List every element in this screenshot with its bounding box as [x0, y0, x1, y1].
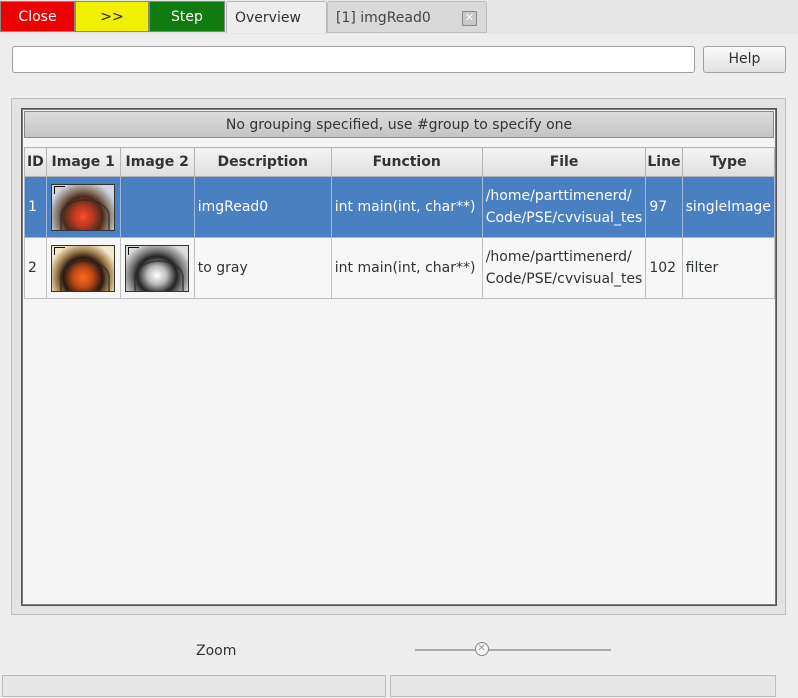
cell-file: /home/parttimenerd/ Code/PSE/cvvisual_te… [481, 237, 647, 299]
cell-description: to gray [193, 237, 332, 299]
cell-function: int main(int, char**) [330, 237, 483, 299]
cell-line: 102 [645, 237, 683, 299]
column-header-line[interactable]: Line [645, 147, 683, 177]
cell-id: 1 [24, 176, 47, 238]
calls-grid: ID Image 1 Image 2 Description Function … [24, 147, 776, 299]
zoom-slider-handle[interactable]: ✕ [474, 642, 489, 656]
cell-type: filter [681, 237, 776, 299]
cell-image2 [119, 176, 195, 238]
column-header-description[interactable]: Description [193, 147, 332, 177]
file-path-line: Code/PSE/cvvisual_tes [485, 271, 643, 287]
cell-description: imgRead0 [193, 176, 332, 238]
status-bar-right [390, 675, 776, 697]
step-button[interactable]: Step [149, 1, 225, 32]
zoom-slider[interactable] [415, 649, 611, 651]
status-bar-left [2, 675, 386, 697]
column-header-type[interactable]: Type [681, 147, 776, 177]
file-path-line: /home/parttimenerd/ [485, 188, 632, 204]
zoom-label: Zoom [196, 643, 237, 659]
column-header-id[interactable]: ID [24, 147, 47, 177]
call-table: No grouping specified, use #group to spe… [21, 108, 777, 606]
tab-label: [1] imgRead0 [336, 10, 431, 26]
help-button[interactable]: Help [703, 46, 786, 73]
cell-line: 97 [645, 176, 683, 238]
close-icon[interactable]: ✕ [462, 11, 477, 26]
table-row[interactable]: 2 to gray int main(int, char**) /home/pa… [24, 237, 776, 299]
close-button[interactable]: Close [0, 1, 75, 32]
column-header-file[interactable]: File [481, 147, 647, 177]
cell-file: /home/parttimenerd/ Code/PSE/cvvisual_te… [481, 176, 647, 238]
header-row: ID Image 1 Image 2 Description Function … [24, 147, 776, 177]
cell-image2 [119, 237, 195, 299]
tab-overview[interactable]: Overview [226, 1, 327, 33]
cell-id: 2 [24, 237, 47, 299]
image-thumbnail[interactable] [51, 183, 116, 231]
cell-image1 [45, 176, 121, 238]
tab-imgread0[interactable]: [1] imgRead0 ✕ [327, 1, 487, 33]
tab-bar: Close >> Step Overview [1] imgRead0 ✕ [0, 0, 798, 34]
image-thumbnail[interactable] [51, 244, 116, 292]
table-row[interactable]: 1 imgRead0 int main(int, char**) /home/p… [24, 176, 776, 238]
group-header: No grouping specified, use #group to spe… [24, 111, 774, 138]
file-path-line: Code/PSE/cvvisual_tes [485, 210, 643, 226]
column-header-image2[interactable]: Image 2 [119, 147, 195, 177]
column-header-function[interactable]: Function [330, 147, 483, 177]
filter-input[interactable] [12, 46, 695, 73]
image-thumbnail[interactable] [125, 244, 190, 292]
cell-function: int main(int, char**) [330, 176, 483, 238]
cell-image1 [45, 237, 121, 299]
file-path-line: /home/parttimenerd/ [485, 249, 632, 265]
cell-type: singleImage [681, 176, 776, 238]
column-header-image1[interactable]: Image 1 [45, 147, 121, 177]
fast-forward-button[interactable]: >> [75, 1, 149, 32]
